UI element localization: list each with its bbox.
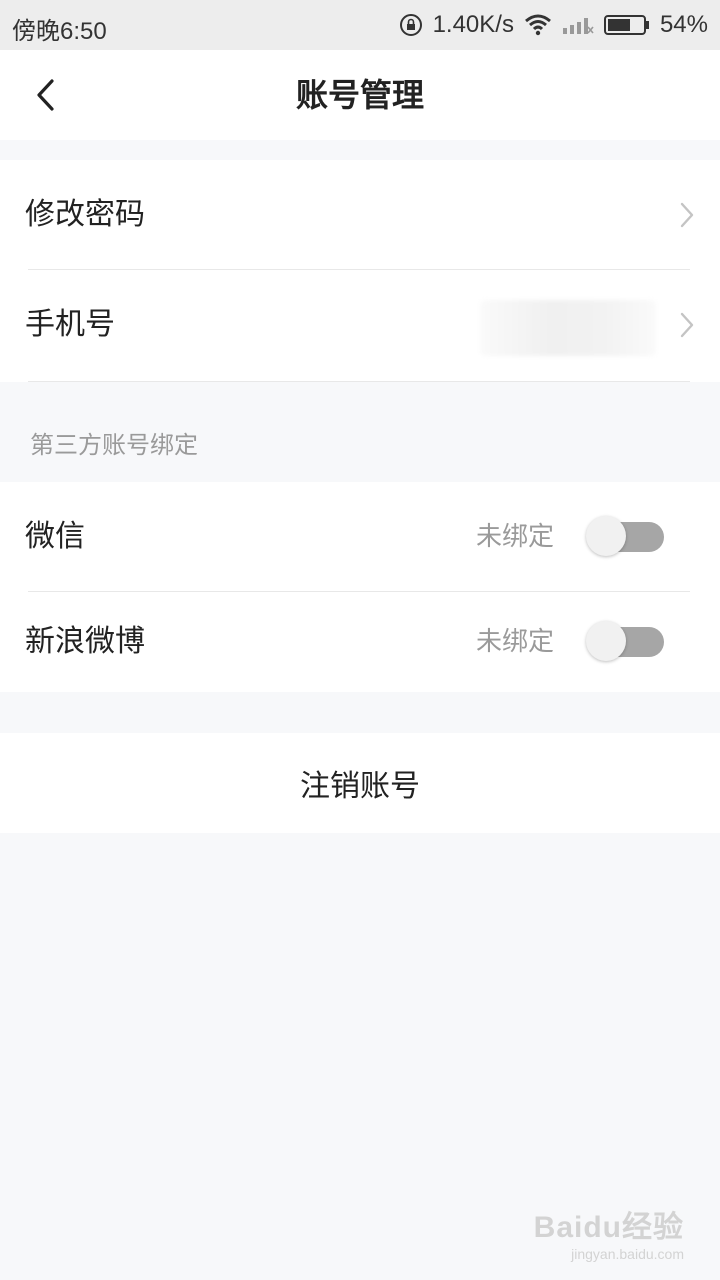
divider	[28, 381, 690, 382]
watermark: Baidu经验 jingyan.baidu.com	[534, 1202, 684, 1262]
weibo-label: 新浪微博	[25, 624, 145, 659]
battery-icon	[603, 14, 650, 36]
weibo-row: 新浪微博 未绑定	[0, 592, 720, 692]
wechat-row: 微信 未绑定	[0, 482, 720, 592]
status-right: 1.40K/s 54%	[399, 11, 708, 39]
watermark-sub: jingyan.baidu.com	[571, 1246, 684, 1262]
status-time: 傍晚6:50	[12, 18, 107, 45]
signal-icon	[562, 15, 594, 35]
network-speed: 1.40K/s	[432, 11, 514, 38]
wifi-icon	[524, 14, 552, 36]
account-settings-group: 修改密码 手机号	[0, 160, 720, 382]
change-password-row[interactable]: 修改密码	[0, 160, 720, 270]
chevron-left-icon	[37, 79, 54, 111]
weibo-bind-toggle[interactable]	[586, 621, 664, 661]
watermark-main: Baidu经验	[533, 1211, 684, 1244]
status-bar: 傍晚6:50 1.40K/s 54%	[0, 0, 720, 50]
toggle-knob	[586, 621, 626, 661]
page-title: 账号管理	[295, 76, 424, 114]
wechat-label: 微信	[25, 519, 85, 554]
header: 账号管理	[0, 50, 720, 140]
phone-number-row[interactable]: 手机号	[0, 270, 720, 382]
phone-number-label: 手机号	[25, 307, 115, 342]
toggle-knob	[586, 516, 626, 556]
wechat-bind-toggle[interactable]	[586, 516, 664, 556]
deactivate-account-label: 注销账号	[300, 769, 420, 804]
rotation-lock-icon	[399, 13, 423, 37]
deactivate-account-button[interactable]: 注销账号	[0, 733, 720, 833]
change-password-label: 修改密码	[25, 197, 145, 232]
battery-percent: 54%	[659, 11, 708, 38]
third-party-section-header: 第三方账号绑定	[30, 431, 198, 459]
weibo-bind-status: 未绑定	[475, 627, 554, 657]
chevron-right-icon	[680, 312, 694, 338]
chevron-right-icon	[680, 202, 694, 228]
back-button[interactable]	[22, 72, 68, 118]
phone-number-value-blurred	[480, 300, 656, 356]
third-party-group: 微信 未绑定 新浪微博 未绑定	[0, 482, 720, 692]
wechat-bind-status: 未绑定	[475, 522, 554, 552]
